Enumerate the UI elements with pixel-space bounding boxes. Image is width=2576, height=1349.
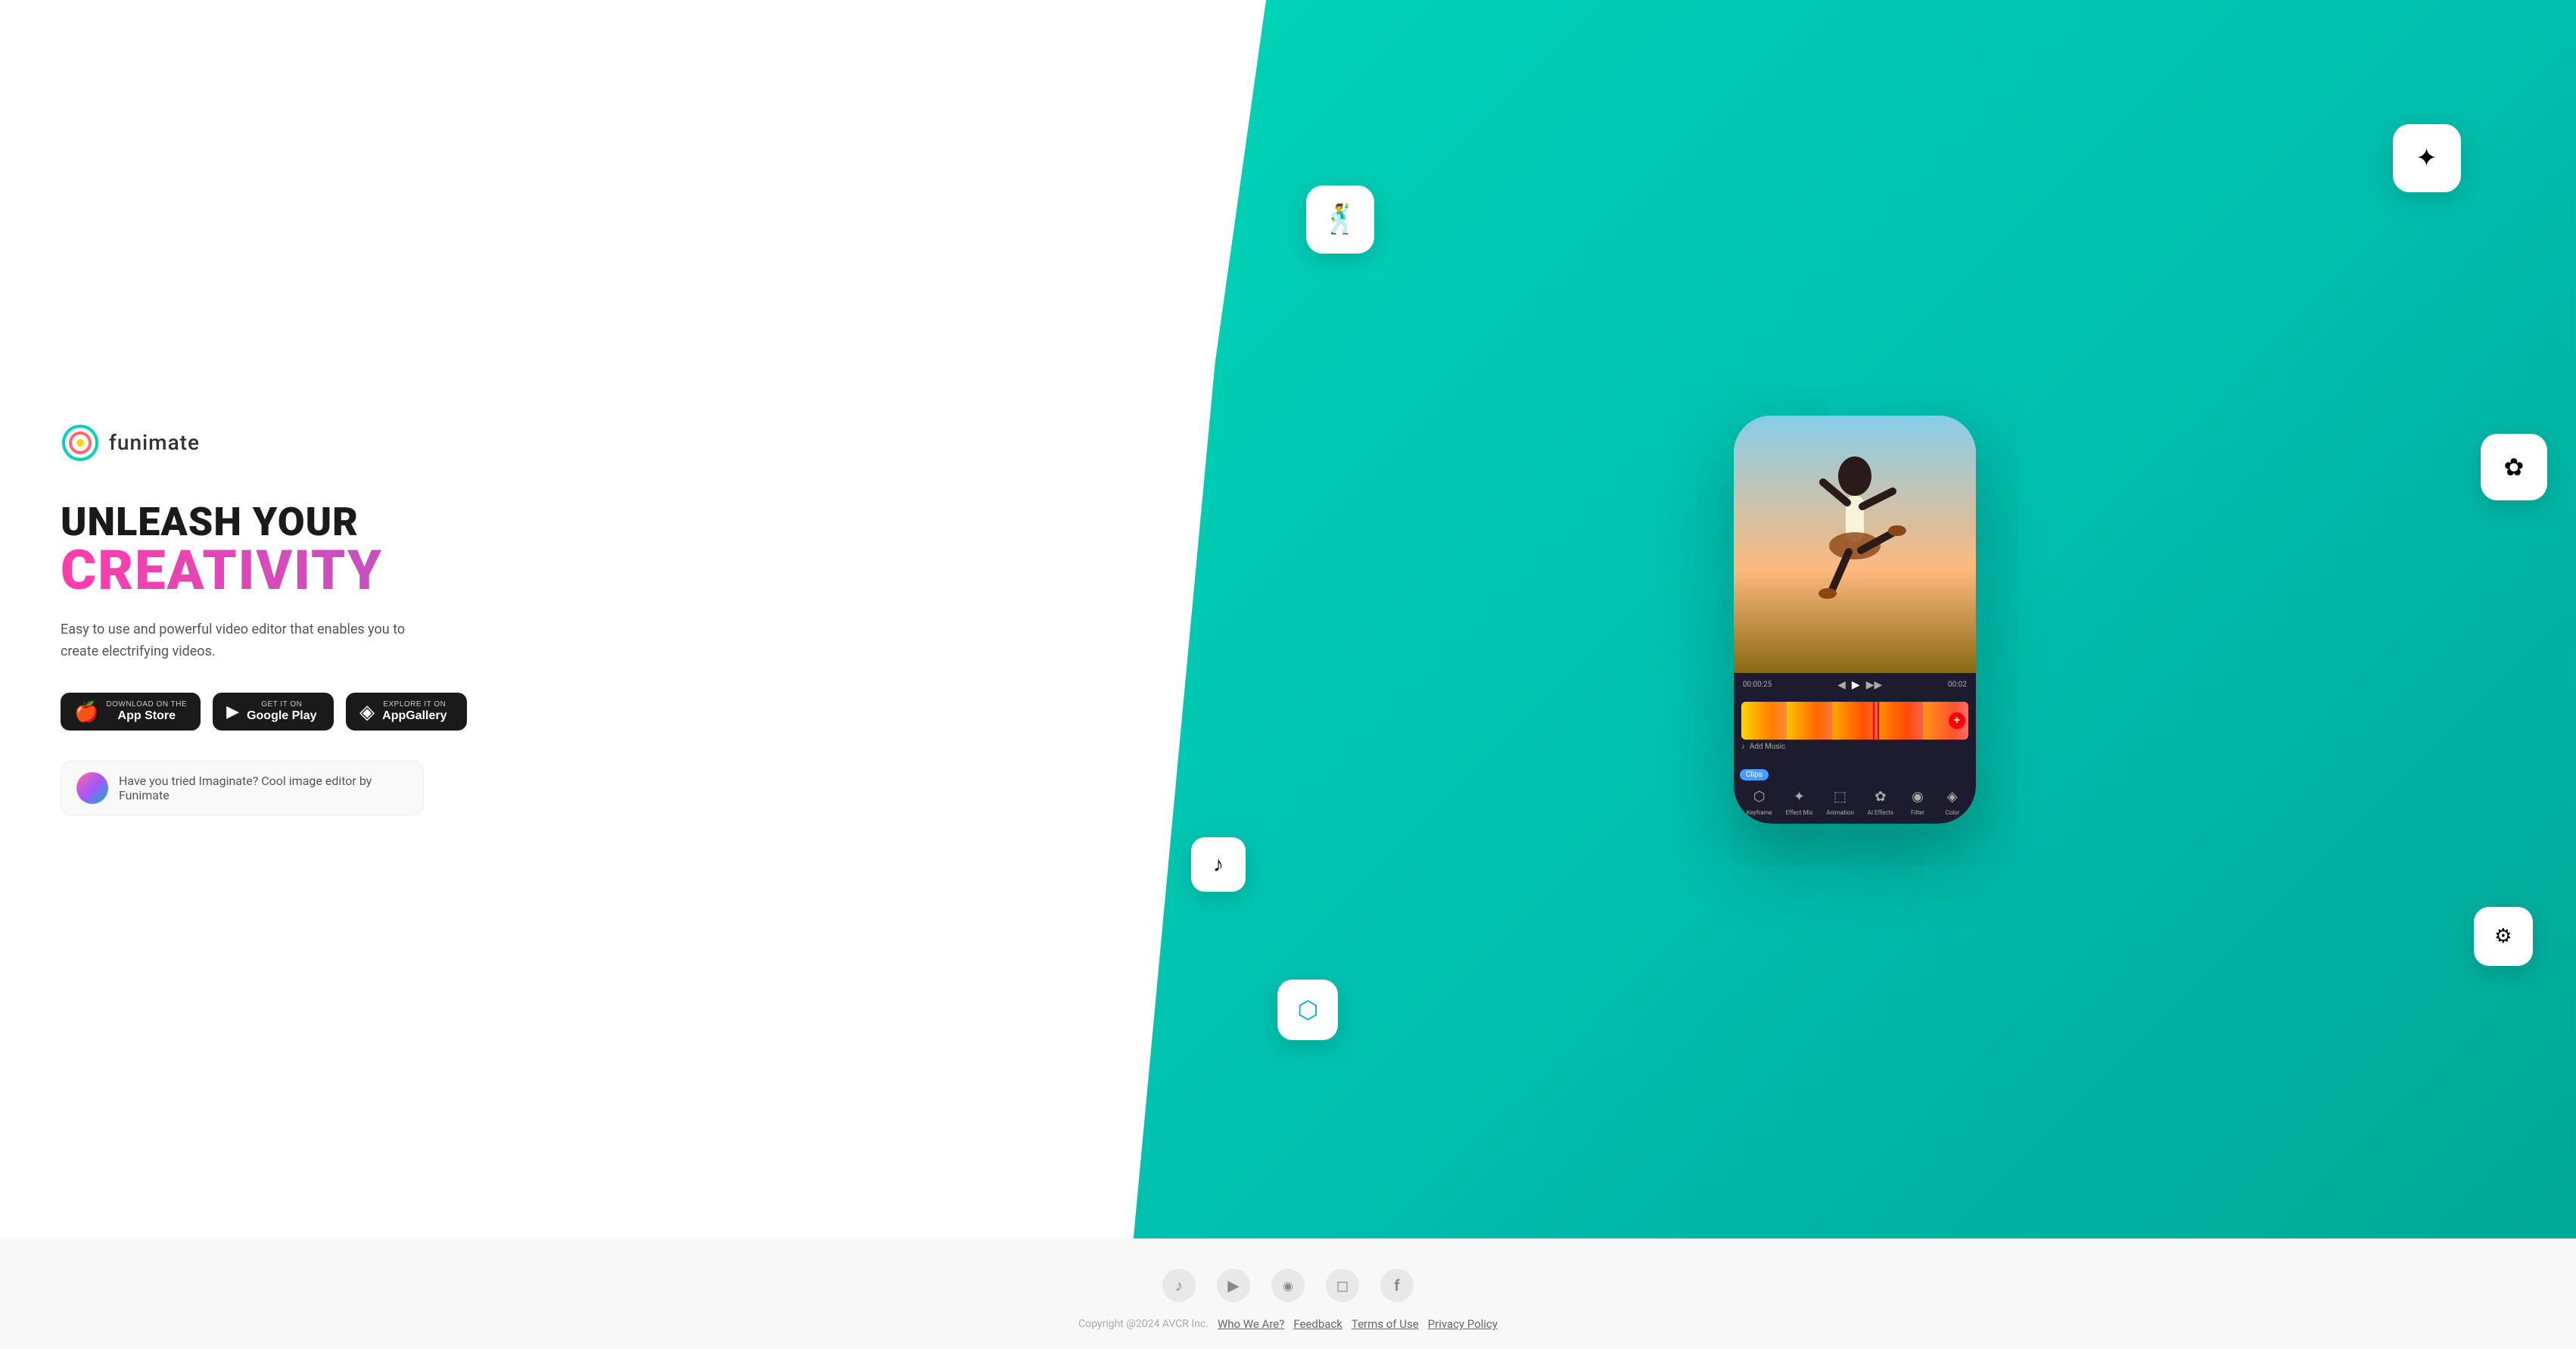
- privacy-policy-link[interactable]: Privacy Policy: [1428, 1317, 1498, 1331]
- tiktok-icon: ♪: [1175, 1276, 1183, 1295]
- hero-left-panel: funimate UNLEASH YOUR CREATIVITY Easy to…: [0, 0, 1134, 1238]
- filter-icon: ◉: [1907, 787, 1928, 808]
- google-play-icon: ▶: [226, 703, 239, 720]
- phone-bottom-bar: Clips ⬡ Keyframe ✦ Effect Mix ⬚: [1734, 758, 1976, 824]
- googleplay-text: GET IT ON Google Play: [247, 700, 316, 723]
- store-buttons-group: 🍎 Download on the App Store ▶ GET IT ON …: [61, 693, 1073, 731]
- color-label: Color: [1945, 809, 1959, 816]
- clips-label: Clips: [1740, 769, 1769, 780]
- facebook-icon: f: [1394, 1276, 1399, 1294]
- phone-mockup-container: 🕺 ♪ ⬡ ✦ ✿: [1134, 0, 2576, 1238]
- googleplay-button[interactable]: ▶ GET IT ON Google Play: [213, 693, 334, 731]
- animation-icon: ⬚: [1830, 787, 1851, 808]
- floating-layers-icon: ⬡: [1277, 980, 1338, 1040]
- phone-mockup: 00:00:25 ◀ ▶ ▶▶ 00:02: [1734, 416, 1976, 824]
- next-button[interactable]: ▶▶: [1866, 679, 1883, 691]
- feedback-link[interactable]: Feedback: [1293, 1317, 1342, 1331]
- toolbar-filter[interactable]: ◉ Filter: [1907, 787, 1928, 816]
- discord-link[interactable]: ◉: [1271, 1269, 1305, 1302]
- appstore-main: App Store: [106, 709, 187, 723]
- phone-video-area: [1734, 416, 1976, 673]
- logo-icon: [61, 423, 100, 463]
- facebook-link[interactable]: f: [1380, 1269, 1414, 1302]
- animation-label: Animation: [1826, 809, 1854, 816]
- keyframe-icon: ⬡: [1749, 787, 1770, 808]
- instagram-icon: ◻: [1336, 1276, 1349, 1294]
- effectmix-icon: ✦: [1788, 787, 1809, 808]
- logo-text: funimate: [109, 430, 200, 455]
- logo-container: funimate: [61, 423, 1073, 463]
- aieffects-label: AI Effects: [1868, 809, 1894, 816]
- appstore-text: Download on the App Store: [106, 700, 187, 723]
- social-icons-group: ♪ ▶ ◉ ◻ f: [1162, 1269, 1414, 1302]
- filter-label: Filter: [1911, 809, 1924, 816]
- playback-controls: ◀ ▶ ▶▶: [1837, 679, 1882, 691]
- appgallery-main: AppGallery: [382, 709, 446, 723]
- phone-toolbar: ⬡ Keyframe ✦ Effect Mix ⬚ Animation: [1740, 787, 1970, 816]
- imaginate-icon: [76, 772, 108, 804]
- music-note-icon: ♪: [1741, 743, 1745, 751]
- appgallery-text: EXPLORE IT ON AppGallery: [382, 700, 446, 723]
- floating-wand-icon: ✦: [2393, 124, 2461, 192]
- appstore-sub: Download on the: [106, 700, 187, 709]
- promo-text: Have you tried Imaginate? Cool image edi…: [119, 774, 408, 802]
- hero-right-panel: 🕺 ♪ ⬡ ✦ ✿: [1134, 0, 2576, 1238]
- discord-icon: ◉: [1283, 1279, 1293, 1293]
- toolbar-keyframe[interactable]: ⬡ Keyframe: [1747, 787, 1772, 816]
- googleplay-main: Google Play: [247, 709, 316, 723]
- headline-line1: UNLEASH YOUR: [61, 500, 1073, 544]
- add-clip-button[interactable]: +: [1949, 712, 1965, 729]
- color-icon: ◈: [1942, 787, 1963, 808]
- promo-bar[interactable]: Have you tried Imaginate? Cool image edi…: [61, 761, 424, 815]
- youtube-icon: ▶: [1227, 1276, 1239, 1294]
- footer-copyright: Copyright @2024 AVCR Inc.: [1078, 1318, 1209, 1330]
- floating-music-icon: ♪: [1191, 837, 1246, 892]
- footer: ♪ ▶ ◉ ◻ f Copyright @2024 AVCR Inc. Who …: [0, 1238, 2576, 1349]
- huawei-icon: ◈: [359, 702, 375, 721]
- tiktok-link[interactable]: ♪: [1162, 1269, 1196, 1302]
- instagram-link[interactable]: ◻: [1326, 1269, 1359, 1302]
- play-button[interactable]: ▶: [1852, 679, 1860, 691]
- appstore-button[interactable]: 🍎 Download on the App Store: [61, 693, 201, 731]
- phone-timeline-area: + ♪ Add Music: [1734, 697, 1976, 758]
- phone-video-content: [1734, 416, 1976, 673]
- effectmix-label: Effect Mix: [1786, 809, 1813, 816]
- footer-links-group: Copyright @2024 AVCR Inc. Who We Are? Fe…: [1078, 1317, 1498, 1331]
- hero-section: funimate UNLEASH YOUR CREATIVITY Easy to…: [0, 0, 2576, 1238]
- toolbar-animation[interactable]: ⬚ Animation: [1826, 787, 1854, 816]
- page-wrapper: funimate UNLEASH YOUR CREATIVITY Easy to…: [0, 0, 2576, 1349]
- time-display: 00:00:25: [1743, 681, 1772, 689]
- who-we-are-link[interactable]: Who We Are?: [1218, 1317, 1284, 1331]
- apple-icon: 🍎: [74, 702, 98, 721]
- youtube-link[interactable]: ▶: [1217, 1269, 1250, 1302]
- terms-of-use-link[interactable]: Terms of Use: [1352, 1317, 1419, 1331]
- headline-line2: CREATIVITY: [61, 544, 1073, 598]
- prev-button[interactable]: ◀: [1837, 679, 1846, 691]
- floating-brush-icon: ✿: [2481, 434, 2547, 500]
- appgallery-sub: EXPLORE IT ON: [382, 700, 446, 709]
- add-music-label: Add Music: [1750, 743, 1785, 751]
- hero-subtitle: Easy to use and powerful video editor th…: [61, 619, 409, 663]
- toolbar-effectmix[interactable]: ✦ Effect Mix: [1786, 787, 1813, 816]
- aieffects-icon: ✿: [1870, 787, 1891, 808]
- keyframe-label: Keyframe: [1747, 809, 1772, 816]
- add-music-row[interactable]: ♪ Add Music: [1741, 743, 1968, 751]
- floating-figure-icon: 🕺: [1306, 185, 1374, 254]
- floating-sliders-icon: ⚙: [2474, 907, 2533, 966]
- appgallery-button[interactable]: ◈ EXPLORE IT ON AppGallery: [346, 693, 467, 731]
- timeline-track: +: [1741, 702, 1968, 740]
- phone-controls-bar: 00:00:25 ◀ ▶ ▶▶ 00:02: [1734, 673, 1976, 697]
- toolbar-color[interactable]: ◈ Color: [1942, 787, 1963, 816]
- googleplay-sub: GET IT ON: [247, 700, 316, 709]
- end-time: 00:02: [1948, 681, 1967, 689]
- toolbar-aieffects[interactable]: ✿ AI Effects: [1868, 787, 1894, 816]
